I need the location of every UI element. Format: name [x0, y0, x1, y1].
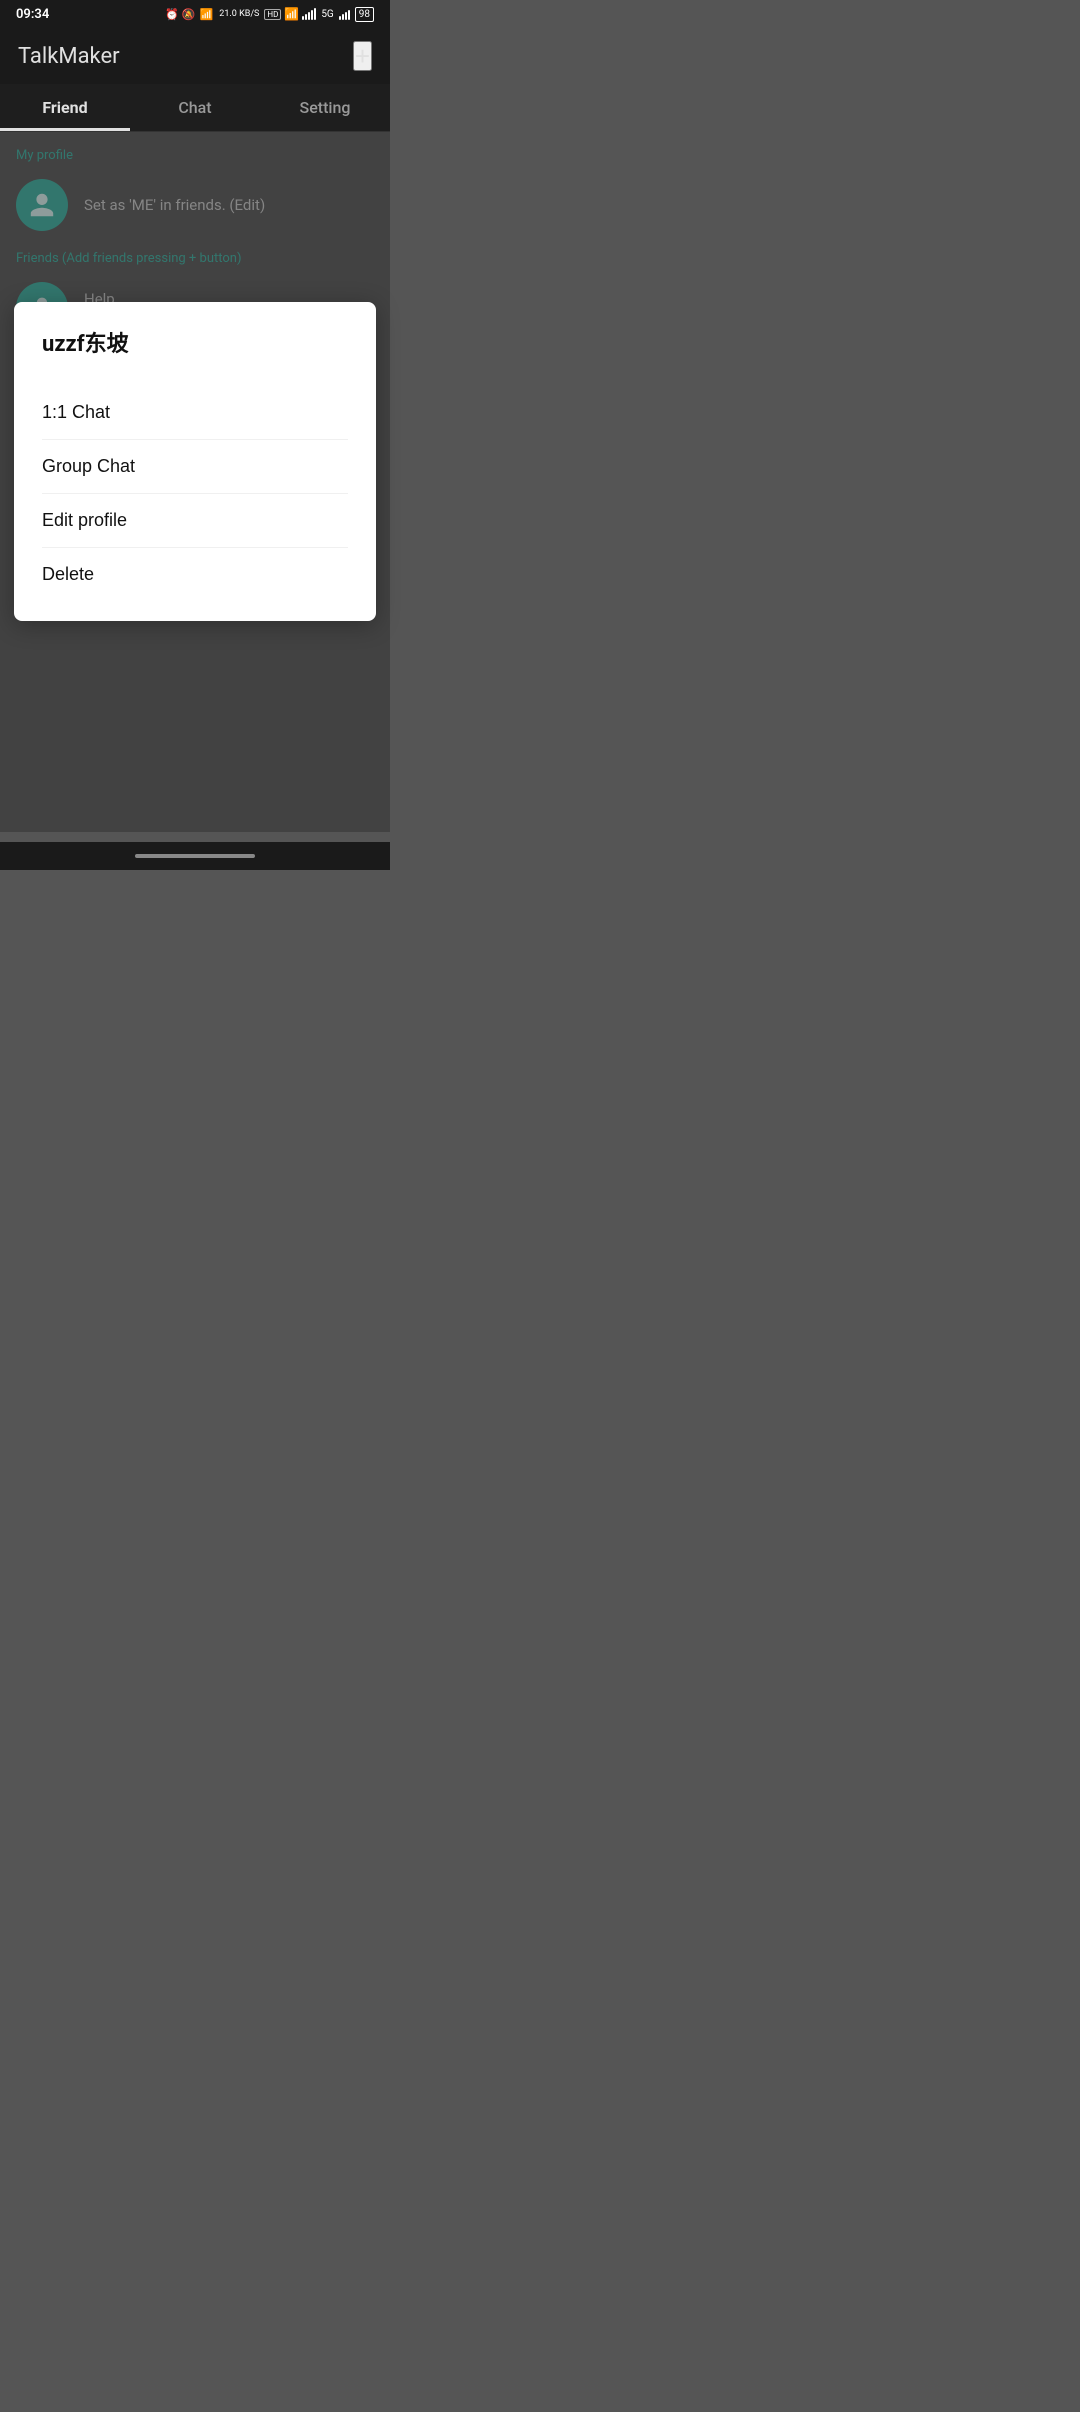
- tab-friend[interactable]: Friend: [0, 84, 130, 131]
- app-title: TalkMaker: [18, 44, 120, 69]
- signal-bar: [302, 8, 316, 20]
- hd-badge: HD: [264, 9, 281, 20]
- network-speed: 21.0 KB/S: [219, 9, 259, 19]
- menu-item-group-chat[interactable]: Group Chat: [42, 440, 348, 494]
- wifi-icon: 📶: [284, 7, 299, 21]
- bluetooth-icon: 📶: [200, 8, 214, 21]
- tab-chat[interactable]: Chat: [130, 84, 260, 131]
- context-menu: uzzf东坡 1:1 Chat Group Chat Edit profile …: [14, 302, 376, 621]
- app-header: TalkMaker +: [0, 28, 390, 84]
- tabs-bar: Friend Chat Setting: [0, 84, 390, 132]
- status-icons: ⏰ 🔕 📶 21.0 KB/S HD 📶 5G 98: [165, 7, 374, 22]
- mute-icon: 🔕: [182, 8, 196, 21]
- context-menu-title: uzzf东坡: [42, 326, 348, 358]
- home-indicator: [135, 854, 255, 858]
- battery-icon: 98: [355, 7, 374, 22]
- status-bar: 09:34 ⏰ 🔕 📶 21.0 KB/S HD 📶 5G 98: [0, 0, 390, 28]
- signal-bar-2: [339, 8, 350, 20]
- main-content: My profile Set as 'ME' in friends. (Edit…: [0, 132, 390, 832]
- menu-item-delete[interactable]: Delete: [42, 548, 348, 601]
- add-button[interactable]: +: [353, 41, 372, 71]
- menu-item-edit-profile[interactable]: Edit profile: [42, 494, 348, 548]
- 5g-label: 5G: [321, 9, 333, 20]
- tab-setting[interactable]: Setting: [260, 84, 390, 131]
- menu-item-1-1-chat[interactable]: 1:1 Chat: [42, 386, 348, 440]
- bottom-bar: [0, 842, 390, 870]
- alarm-icon: ⏰: [165, 8, 179, 21]
- status-time: 09:34: [16, 7, 49, 22]
